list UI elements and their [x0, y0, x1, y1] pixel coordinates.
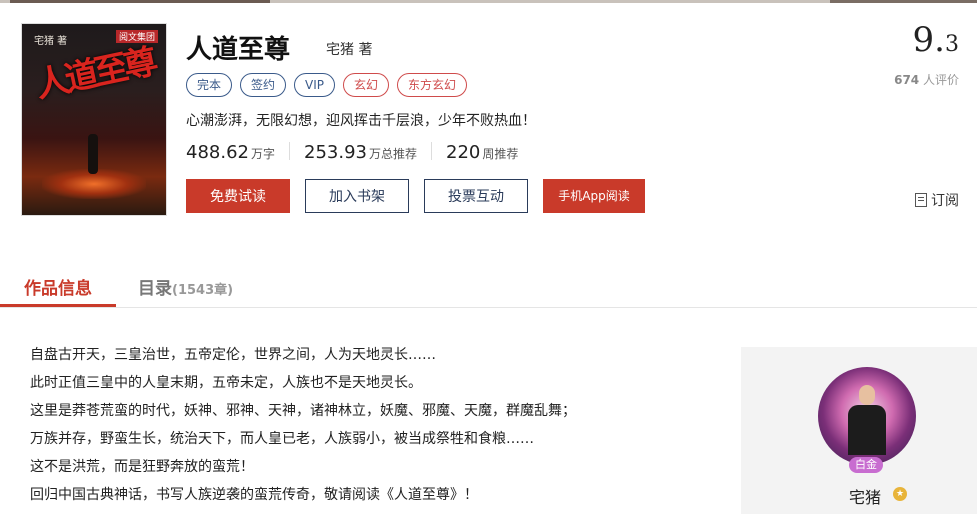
- stat-value: 488.62: [186, 142, 249, 163]
- document-icon: [915, 193, 927, 207]
- subscribe-label: 订阅: [931, 193, 959, 209]
- stat-word-count: 488.62 万字: [186, 142, 290, 163]
- tab-work-info[interactable]: 作品信息: [24, 274, 92, 299]
- add-to-shelf-button[interactable]: 加入书架: [305, 179, 409, 213]
- author-avatar[interactable]: [818, 367, 916, 465]
- stat-unit: 周推荐: [482, 147, 519, 161]
- description-line: 万族并存，野蛮生长，统治天下，而人皇已老，人族弱小，被当成祭牲和食粮……: [30, 431, 534, 447]
- subscribe-link[interactable]: 订阅: [915, 190, 959, 210]
- detail-tabs: 作品信息 目录(1543章): [0, 262, 977, 308]
- author-name[interactable]: 宅猪: [849, 484, 881, 508]
- tag-completed: 完本: [186, 73, 233, 97]
- rating-count: 674 人评价: [894, 71, 959, 88]
- book-intro: 心潮澎湃，无限幻想，迎风挥击千层浪，少年不败热血！: [186, 113, 536, 129]
- book-author[interactable]: 宅猪 著: [326, 39, 372, 59]
- description-line: 自盘古开天，三皇治世，五帝定伦，世界之间，人为天地灵长……: [30, 347, 436, 363]
- author-medal-icon: ★: [893, 487, 907, 501]
- stat-value: 220: [446, 142, 481, 163]
- tag-fantasy[interactable]: 玄幻: [343, 73, 390, 97]
- tag-eastern-fantasy[interactable]: 东方玄幻: [397, 73, 468, 97]
- tag-signed: 签约: [240, 73, 287, 97]
- app-read-button[interactable]: 手机App阅读: [543, 179, 645, 213]
- description-line: 回归中国古典神话，书写人族逆袭的蛮荒传奇，敬请阅读《人道至尊》！: [30, 487, 478, 503]
- stat-value: 253.93: [304, 142, 367, 163]
- rating-score-int: 9.: [912, 20, 945, 60]
- tab-catalog[interactable]: 目录(1543章): [138, 274, 233, 299]
- description-line: 这里是莽苍荒蛮的时代，妖神、邪神、天神，诸神林立，妖魔、邪魔、天魔，群魔乱舞；: [30, 403, 576, 419]
- stat-week-recommend: 220 周推荐: [446, 142, 532, 163]
- book-stats: 488.62 万字 253.93 万总推荐 220 周推荐: [186, 142, 546, 163]
- vote-button[interactable]: 投票互动: [424, 179, 528, 213]
- top-banner-strip: [0, 0, 977, 3]
- rating-count-number: 674: [894, 73, 920, 87]
- tab-active-indicator: [0, 304, 116, 307]
- author-card: 白金 宅猪 ★: [741, 347, 977, 514]
- book-title: 人道至尊: [186, 35, 291, 65]
- stat-total-recommend: 253.93 万总推荐: [304, 142, 432, 163]
- cover-author-text: 宅猪 著: [34, 36, 68, 47]
- description-line: 此时正值三皇中的人皇末期，五帝未定，人族也不是天地灵长。: [30, 375, 422, 391]
- cover-figure: [88, 134, 98, 174]
- rating-score: 9.3: [913, 20, 959, 60]
- tab-catalog-label: 目录: [138, 279, 172, 299]
- tag-list: 完本 签约 VIP 玄幻 东方玄幻: [186, 73, 468, 97]
- description-line: 这不是洪荒，而是狂野奔放的蛮荒！: [30, 459, 254, 475]
- author-level-badge: 白金: [849, 457, 883, 473]
- tab-catalog-count: (1543章): [172, 283, 234, 298]
- rating-score-dec: 3: [945, 32, 959, 57]
- book-cover[interactable]: 宅猪 著 阅文集团 人道至尊: [22, 24, 166, 215]
- rating-count-label: 人评价: [919, 73, 959, 87]
- stat-unit: 万总推荐: [368, 147, 417, 161]
- free-read-button[interactable]: 免费试读: [186, 179, 290, 213]
- stat-unit: 万字: [250, 147, 275, 161]
- book-description: 自盘古开天，三皇治世，五帝定伦，世界之间，人为天地灵长…… 此时正值三皇中的人皇…: [30, 345, 720, 513]
- tag-vip: VIP: [294, 73, 336, 97]
